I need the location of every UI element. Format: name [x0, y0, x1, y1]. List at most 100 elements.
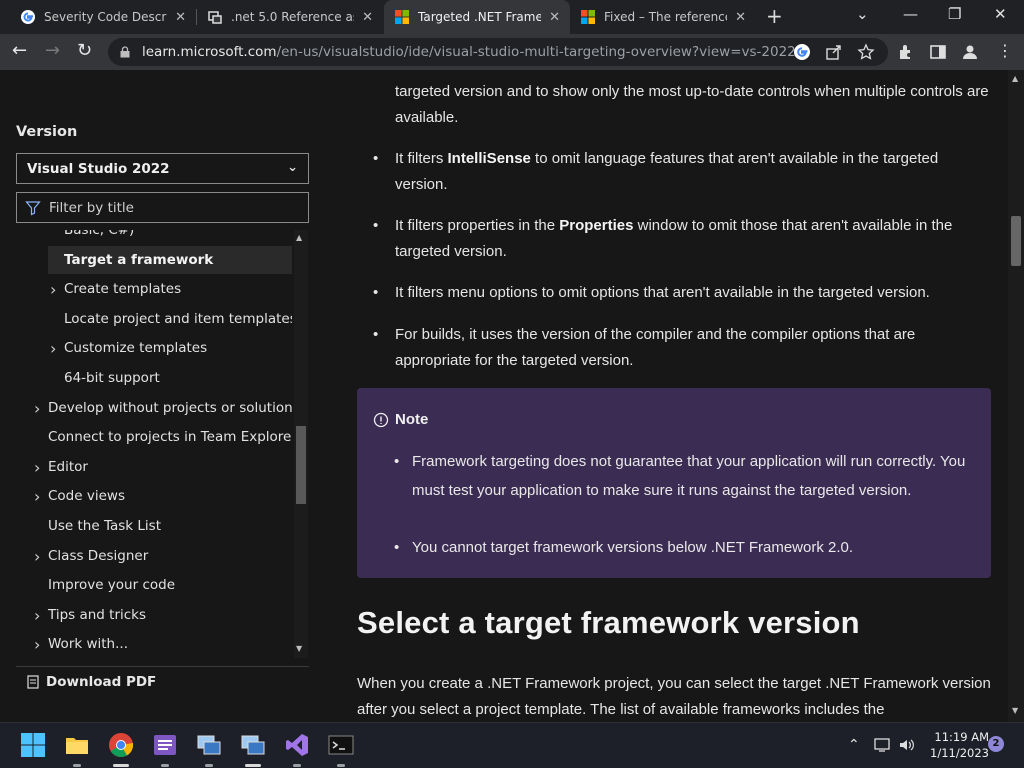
tab-fixed-reference[interactable]: Fixed – The reference a ✕	[570, 0, 756, 34]
pdf-icon	[27, 674, 39, 689]
toc-item-label: Tips and tricks	[48, 607, 147, 623]
chevron-right-icon[interactable]: ›	[50, 280, 56, 299]
new-tab-icon[interactable]: +	[766, 6, 783, 26]
profile-icon[interactable]	[961, 43, 979, 61]
close-window-icon[interactable]: ✕	[994, 5, 1007, 23]
back-icon[interactable]: ←	[12, 41, 27, 61]
visual-studio-icon[interactable]	[284, 732, 310, 758]
extensions-icon[interactable]	[897, 43, 915, 61]
tab-net-reference[interactable]: .net 5.0 Reference asse ✕	[197, 0, 383, 34]
chevron-right-icon[interactable]: ›	[34, 487, 40, 506]
chevron-right-icon[interactable]: ›	[34, 458, 40, 477]
file-explorer-icon[interactable]	[64, 732, 90, 758]
terminal-icon[interactable]	[328, 732, 354, 758]
app-icon[interactable]	[152, 732, 178, 758]
system-clock[interactable]: 11:19 AM 1/11/2023	[925, 729, 989, 761]
page-scroll-thumb[interactable]	[1011, 216, 1021, 266]
toc-item[interactable]: › Editor	[16, 453, 292, 481]
filter-icon	[25, 200, 41, 215]
chevron-up-icon[interactable]: ⌃	[848, 737, 860, 753]
side-panel-icon[interactable]	[929, 43, 947, 61]
scroll-down-icon[interactable]: ▼	[1012, 706, 1018, 715]
address-bar[interactable]: learn.microsoft.com/en-us/visualstudio/i…	[108, 38, 888, 66]
toc-scroll-thumb[interactable]	[296, 426, 306, 504]
scroll-up-icon[interactable]: ▲	[1012, 74, 1018, 83]
table-of-contents: Basic, C#) Target a framework › Create temp…	[16, 230, 292, 658]
running-indicator	[161, 764, 169, 767]
tab-title: Severity Code Descripti	[44, 10, 167, 24]
scroll-up-icon[interactable]: ▲	[296, 233, 302, 242]
restore-icon[interactable]: ❐	[948, 5, 961, 23]
toc-item-label: Basic, C#)	[64, 230, 135, 238]
minimize-icon[interactable]: —	[903, 5, 918, 23]
version-select[interactable]: Visual Studio 2022 ⌄	[16, 153, 309, 184]
tab-severity-code[interactable]: Severity Code Descripti ✕	[0, 0, 196, 34]
notification-badge[interactable]: 2	[988, 736, 1004, 752]
url-path: /en-us/visualstudio/ide/visual-studio-mu…	[276, 44, 796, 60]
toc-item[interactable]: Basic, C#)	[16, 230, 292, 244]
microsoft-icon	[581, 10, 595, 24]
list-item: For builds, it uses the version of the c…	[373, 322, 991, 373]
close-tab-icon[interactable]: ✕	[362, 10, 373, 25]
toc-item[interactable]: › Code views	[16, 482, 292, 510]
download-pdf-button[interactable]: Download PDF	[16, 666, 309, 696]
toc-item[interactable]: › Customize templates	[16, 334, 292, 362]
toc-item-label: Improve your code	[48, 577, 176, 593]
close-tab-icon[interactable]: ✕	[175, 10, 186, 25]
chevron-right-icon[interactable]: ›	[34, 547, 40, 566]
list-item: It filters properties in the Properties …	[373, 213, 991, 264]
info-icon	[373, 412, 389, 427]
toc-item[interactable]: › Create templates	[16, 275, 292, 303]
filter-by-title-input[interactable]: Filter by title	[16, 192, 309, 223]
toc-item-label: Create templates	[64, 281, 182, 297]
toc-item[interactable]: Connect to projects in Team Explorer	[16, 423, 292, 451]
more-menu-icon[interactable]: ⋮	[997, 41, 1013, 61]
chevron-right-icon[interactable]: ›	[34, 635, 40, 654]
page-scrollbar[interactable]: ▲ ▼	[1008, 70, 1024, 722]
chevron-right-icon[interactable]: ›	[34, 606, 40, 625]
toc-item[interactable]: › Class Designer	[16, 542, 292, 570]
chevron-right-icon[interactable]: ›	[34, 399, 40, 418]
bookmark-star-icon[interactable]	[857, 43, 875, 61]
toc-item[interactable]: Use the Task List	[16, 512, 292, 540]
scroll-down-icon[interactable]: ▼	[296, 644, 302, 653]
lock-icon	[120, 46, 130, 58]
forward-icon[interactable]: →	[45, 41, 60, 61]
remote-desktop-icon[interactable]	[196, 732, 222, 758]
version-select-value: Visual Studio 2022	[27, 160, 170, 177]
tab-search-icon[interactable]: ⌄	[856, 5, 869, 23]
clock-date: 1/11/2023	[930, 746, 989, 760]
download-pdf-label: Download PDF	[46, 673, 157, 690]
google-icon[interactable]	[793, 43, 811, 61]
toc-item-label: Work with...	[48, 636, 128, 652]
section-paragraph: When you create a .NET Framework project…	[357, 675, 991, 718]
volume-icon[interactable]	[898, 737, 916, 753]
remote-desktop-icon[interactable]	[240, 732, 266, 758]
running-indicator	[73, 764, 81, 767]
list-item: It filters menu options to omit options …	[373, 280, 991, 306]
stackoverflow-icon	[208, 11, 222, 24]
browser-toolbar: ← → ↻ learn.microsoft.com/en-us/visualst…	[0, 34, 1024, 70]
toc-item[interactable]: › Develop without projects or solutions	[16, 394, 292, 422]
share-icon[interactable]	[825, 43, 843, 61]
network-icon[interactable]	[874, 737, 892, 753]
toc-item[interactable]: › Tips and tricks	[16, 601, 292, 629]
close-tab-icon[interactable]: ✕	[735, 10, 746, 25]
toc-item-label: Locate project and item templates	[64, 311, 292, 327]
toc-item[interactable]: › Work with...	[16, 630, 292, 658]
toc-item[interactable]: Improve your code	[16, 571, 292, 599]
tab-targeted-net-framework[interactable]: Targeted .NET Framewo ✕	[384, 0, 570, 34]
close-tab-icon[interactable]: ✕	[549, 10, 560, 25]
reload-icon[interactable]: ↻	[77, 41, 92, 61]
running-indicator	[205, 764, 213, 767]
chevron-right-icon[interactable]: ›	[50, 339, 56, 358]
windows-start-icon[interactable]	[20, 732, 46, 758]
toc-item[interactable]: Target a framework	[48, 246, 292, 274]
chrome-icon[interactable]	[108, 732, 134, 758]
note-callout: Note Framework targeting does not guaran…	[357, 388, 991, 578]
list-item: It filters IntelliSense to omit language…	[373, 146, 991, 197]
toc-item[interactable]: Locate project and item templates	[16, 305, 292, 333]
note-title: Note	[395, 411, 429, 428]
toc-scrollbar[interactable]: ▲ ▼	[294, 230, 308, 658]
toc-item[interactable]: 64-bit support	[16, 364, 292, 392]
